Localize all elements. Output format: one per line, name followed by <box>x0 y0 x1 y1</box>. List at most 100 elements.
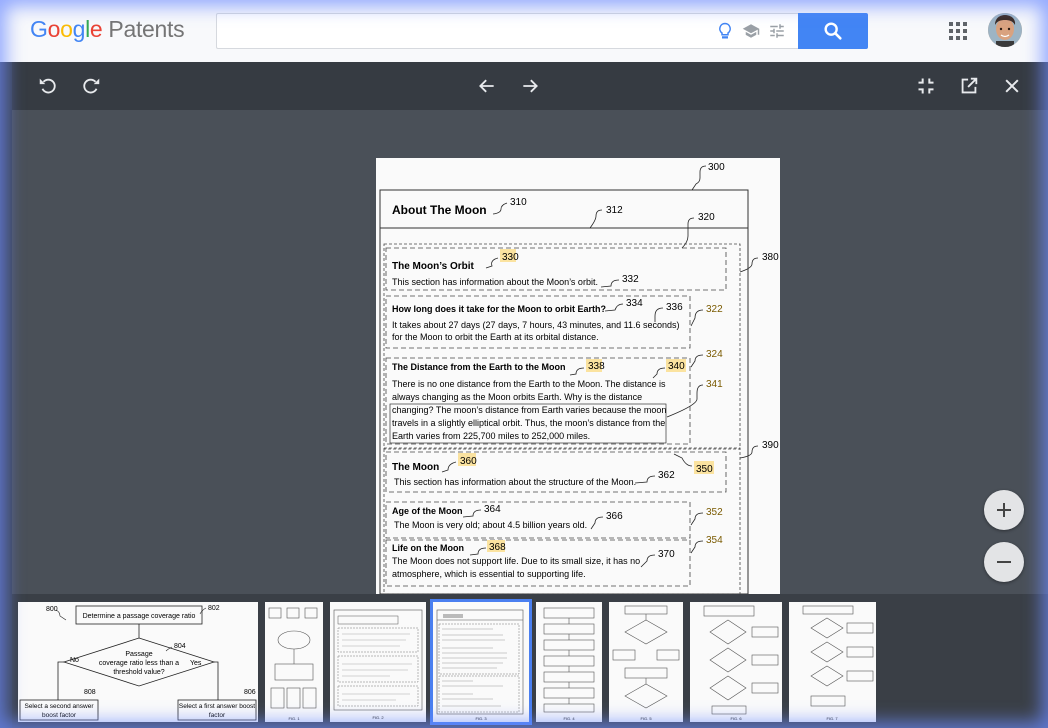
search-box <box>216 13 798 49</box>
ref-label: 808 <box>84 689 96 696</box>
figure-label: FIG. 5 <box>640 716 652 721</box>
thumbnail-drawing: FIG. 3 <box>433 602 529 722</box>
thumbnail-fig-1[interactable]: FIG. 1 <box>265 602 323 722</box>
ref-label: 370 <box>658 549 675 560</box>
ref-label: 802 <box>208 605 220 612</box>
decision-label: coverage ratio less than a <box>99 660 179 667</box>
fullscreen-exit-icon <box>916 76 936 96</box>
ref-label: 362 <box>658 470 675 481</box>
logo-letter: g <box>73 16 86 42</box>
avatar[interactable] <box>988 13 1022 47</box>
school-icon[interactable] <box>742 22 760 40</box>
search-icon <box>822 20 844 42</box>
decision-label: threshold value? <box>113 669 164 676</box>
ref-label: 300 <box>708 162 725 173</box>
thumbnail-fig-3[interactable]: FIG. 3 <box>433 602 529 722</box>
open-in-new-icon <box>958 75 980 97</box>
patent-figure-page[interactable]: 300 About The Moon 310 312 320 380 The M… <box>376 158 780 594</box>
logo-letter: G <box>30 16 48 42</box>
next-image-button[interactable] <box>518 74 542 98</box>
patent-figure-drawing: 300 About The Moon 310 312 320 380 The M… <box>376 158 780 594</box>
rotate-left-icon <box>37 75 59 97</box>
ref-label: 338 <box>588 361 605 372</box>
thumbnail-drawing: FIG. 6 <box>690 602 782 722</box>
thumbnail-fig-7[interactable]: FIG. 7 <box>789 602 876 722</box>
ref-label: 366 <box>606 511 623 522</box>
tune-icon[interactable] <box>768 22 786 40</box>
section-heading: The Moon’s Orbit <box>392 261 475 272</box>
open-in-new-button[interactable] <box>957 74 981 98</box>
section-heading: Age of the Moon <box>392 506 463 516</box>
flow-box-label: factor <box>209 712 226 719</box>
exit-fullscreen-button[interactable] <box>914 74 938 98</box>
thumbnail-strip: 800 Determine a passage coverage ratio 8… <box>12 594 1048 728</box>
section-text: It takes about 27 days (27 days, 7 hours… <box>392 320 680 330</box>
ref-label: 390 <box>762 440 779 451</box>
ref-label: 354 <box>706 535 723 546</box>
ref-label: 800 <box>46 606 58 613</box>
ref-label: 806 <box>244 689 256 696</box>
ref-label: 380 <box>762 252 779 263</box>
section-text: This section has information about the s… <box>394 477 636 487</box>
ref-label: 341 <box>706 379 723 390</box>
thumbnail-drawing: FIG. 7 <box>789 602 876 722</box>
section-text: Earth varies from 225,700 miles to 252,0… <box>392 431 590 441</box>
section-heading: Life on the Moon <box>392 543 464 553</box>
patent-image-viewer: 300 About The Moon 310 312 320 380 The M… <box>12 62 1048 728</box>
figure-label: FIG. 2 <box>372 715 384 720</box>
figure-label: FIG. 4 <box>563 716 575 721</box>
thumbnail-fig-4[interactable]: FIG. 4 <box>536 602 602 722</box>
ref-label: 334 <box>626 298 643 309</box>
ref-label: 352 <box>706 507 723 518</box>
flow-box-label: Select a second answer <box>24 703 94 710</box>
lightbulb-icon[interactable] <box>716 22 734 40</box>
close-viewer-button[interactable] <box>1000 74 1024 98</box>
thumbnail-fig-6[interactable]: FIG. 6 <box>690 602 782 722</box>
branch-label: Yes <box>190 660 202 667</box>
previous-image-button[interactable] <box>475 74 499 98</box>
ref-label: 360 <box>460 456 477 467</box>
page-heading: About The Moon <box>392 203 487 217</box>
rotate-right-icon <box>80 75 102 97</box>
search-input[interactable] <box>217 14 697 48</box>
section-text: changing? The moon’s distance from Earth… <box>392 405 666 415</box>
thumbnail-drawing: FIG. 4 <box>536 602 602 722</box>
logo-letter: e <box>90 16 103 42</box>
ref-label: 340 <box>668 361 685 372</box>
branch-label: No <box>70 657 79 664</box>
rotate-left-button[interactable] <box>36 74 60 98</box>
ref-label: 804 <box>174 643 186 650</box>
ref-label: 368 <box>489 542 506 553</box>
arrow-left-icon <box>477 76 497 96</box>
thumbnail-drawing: FIG. 2 <box>330 602 426 722</box>
thumbnail-fig-5[interactable]: FIG. 5 <box>609 602 683 722</box>
ref-label: 324 <box>706 349 723 360</box>
search-button[interactable] <box>798 13 868 49</box>
section-text: The Moon is very old; about 4.5 billion … <box>394 520 587 530</box>
ref-label: 332 <box>622 274 639 285</box>
logo-letter: o <box>48 16 61 42</box>
section-heading: The Moon <box>392 462 439 473</box>
ref-label: 350 <box>696 464 713 475</box>
plus-icon <box>996 502 1012 518</box>
close-icon <box>1002 76 1022 96</box>
section-text: There is no one distance from the Earth … <box>392 379 666 389</box>
google-patents-logo[interactable]: GooglePatents <box>30 16 184 43</box>
arrow-right-icon <box>520 76 540 96</box>
figure-label: FIG. 6 <box>730 716 742 721</box>
ref-label: 310 <box>510 197 527 208</box>
thumbnail-fig-8[interactable]: 800 Determine a passage coverage ratio 8… <box>18 602 258 722</box>
section-heading: The Distance from the Earth to the Moon <box>392 362 566 372</box>
apps-grid-icon[interactable] <box>948 21 968 41</box>
section-text: The Moon does not support life. Due to i… <box>392 556 640 566</box>
figure-label: FIG. 7 <box>826 716 838 721</box>
ref-label: 312 <box>606 205 623 216</box>
section-text: for the Moon to orbit the Earth at its o… <box>392 332 599 342</box>
ref-label: 364 <box>484 504 501 515</box>
viewer-toolbar <box>12 62 1048 110</box>
zoom-in-button[interactable] <box>984 490 1024 530</box>
zoom-out-button[interactable] <box>984 542 1024 582</box>
rotate-right-button[interactable] <box>79 74 103 98</box>
thumbnail-drawing: FIG. 5 <box>609 602 683 722</box>
thumbnail-fig-2[interactable]: FIG. 2 <box>330 602 426 722</box>
